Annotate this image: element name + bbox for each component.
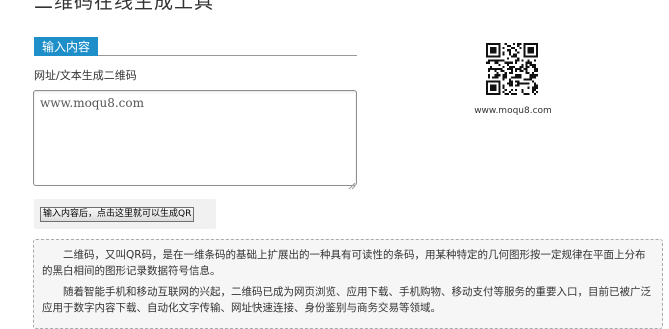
tab-bar: 输入内容: [34, 36, 357, 56]
generate-qr-button[interactable]: 输入内容后，点击这里就可以生成QR: [40, 207, 195, 222]
qr-caption: www.moqu8.com: [474, 106, 552, 116]
tab-input-content[interactable]: 输入内容: [34, 37, 99, 56]
field-label: 网址/文本生成二维码: [34, 69, 137, 82]
info-paragraph: 随着智能手机和移动互联网的兴起，二维码已成为网页浏览、应用下载、手机购物、移动支…: [42, 286, 651, 314]
generate-button-area: 输入内容后，点击这里就可以生成QR: [34, 199, 216, 229]
resize-grip-icon[interactable]: [347, 181, 356, 190]
qr-code-icon: [486, 43, 538, 95]
content-textarea[interactable]: www.moqu8.com: [33, 90, 357, 186]
info-paragraph: 二维码，又叫QR码，是在一维条码的基础上扩展出的一种具有可读性的条码，用某种特定…: [42, 249, 646, 277]
page-title: 二维码在线生成工具: [34, 0, 215, 13]
